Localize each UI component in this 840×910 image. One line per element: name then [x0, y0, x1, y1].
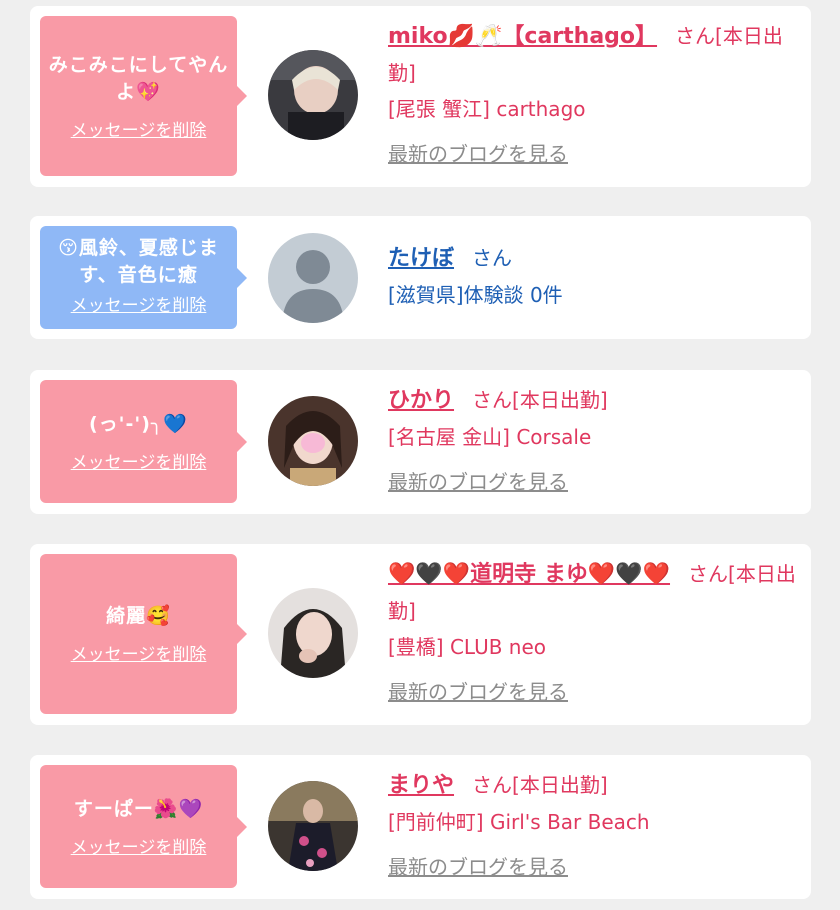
sender-name-link[interactable]: たけぼ: [388, 246, 454, 271]
sender-name-link[interactable]: ❤️🖤❤️道明寺 まゆ❤️🖤❤️: [388, 562, 670, 587]
sender-info: まりや さん[本日出勤] [門前仲町] Girl's Bar Beach 最新のブ…: [388, 767, 798, 885]
sender-name-link[interactable]: まりや: [388, 773, 454, 798]
message-bubble: 😚風鈴、夏感じます、音色に癒 メッセージを削除: [40, 226, 247, 329]
avatar[interactable]: [268, 233, 358, 323]
sender-suffix: さん[本日出勤]: [472, 773, 608, 797]
message-bubble: (っ'-')╮💙 メッセージを削除: [40, 380, 247, 503]
latest-blog-link[interactable]: 最新のブログを見る: [388, 852, 568, 882]
message-card: すーぱー🌺💜 メッセージを削除 まりや さん[本日出勤] [門前仲町] Girl'…: [30, 755, 811, 899]
sender-name-link[interactable]: ひかり: [388, 388, 454, 413]
sender-location: [尾張 蟹江] carthago: [388, 97, 586, 121]
sender-name-link[interactable]: miko💋🥂【carthago】: [388, 24, 657, 49]
sender-location: [豊橋] CLUB neo: [388, 635, 547, 659]
message-text: すーぱー🌺💜: [73, 797, 204, 820]
delete-message-link[interactable]: メッセージを削除: [71, 640, 207, 665]
avatar[interactable]: [268, 588, 358, 678]
message-bubble: すーぱー🌺💜 メッセージを削除: [40, 765, 247, 888]
sender-info: ❤️🖤❤️道明寺 まゆ❤️🖤❤️ さん[本日出勤] [豊橋] CLUB neo 最…: [388, 556, 798, 710]
latest-blog-link[interactable]: 最新のブログを見る: [388, 139, 568, 169]
delete-message-link[interactable]: メッセージを削除: [71, 291, 207, 316]
sender-info: ひかり さん[本日出勤] [名古屋 金山] Corsale 最新のブログを見る: [388, 382, 798, 500]
message-card: (っ'-')╮💙 メッセージを削除 ひかり さん[本日出勤] [名古屋 金山] C…: [30, 370, 811, 514]
sender-location: [門前仲町] Girl's Bar Beach: [388, 810, 650, 834]
avatar[interactable]: [268, 396, 358, 486]
message-text: 😚風鈴、夏感じます、音色に癒: [58, 237, 219, 286]
message-card: 😚風鈴、夏感じます、音色に癒 メッセージを削除 たけぼ さん [滋賀県]体験談 0…: [30, 216, 811, 339]
latest-blog-link[interactable]: 最新のブログを見る: [388, 677, 568, 707]
delete-message-link[interactable]: メッセージを削除: [71, 116, 207, 141]
message-text: みこみこにしてやんよ💖: [48, 53, 229, 103]
sender-info: miko💋🥂【carthago】 さん[本日出勤] [尾張 蟹江] carthag…: [388, 18, 798, 172]
message-bubble: みこみこにしてやんよ💖 メッセージを削除: [40, 16, 247, 176]
sender-location: [名古屋 金山] Corsale: [388, 425, 592, 449]
avatar[interactable]: [268, 781, 358, 871]
delete-message-link[interactable]: メッセージを削除: [71, 833, 207, 858]
message-text: (っ'-')╮💙: [89, 412, 188, 435]
message-text: 綺麗🥰: [106, 605, 171, 627]
sender-suffix: さん[本日出勤]: [472, 388, 608, 412]
delete-message-link[interactable]: メッセージを削除: [71, 448, 207, 473]
sender-suffix: さん: [472, 246, 513, 270]
message-card: みこみこにしてやんよ💖 メッセージを削除 miko💋🥂【carthago】 さん[…: [30, 6, 811, 187]
latest-blog-link[interactable]: 最新のブログを見る: [388, 467, 568, 497]
avatar[interactable]: [268, 50, 358, 140]
sender-info: たけぼ さん [滋賀県]体験談 0件: [388, 240, 798, 313]
message-card: 綺麗🥰 メッセージを削除 ❤️🖤❤️道明寺 まゆ❤️🖤❤️ さん[本日出勤] [豊…: [30, 544, 811, 725]
sender-location: [滋賀県]体験談 0件: [388, 283, 563, 307]
message-bubble: 綺麗🥰 メッセージを削除: [40, 554, 247, 714]
